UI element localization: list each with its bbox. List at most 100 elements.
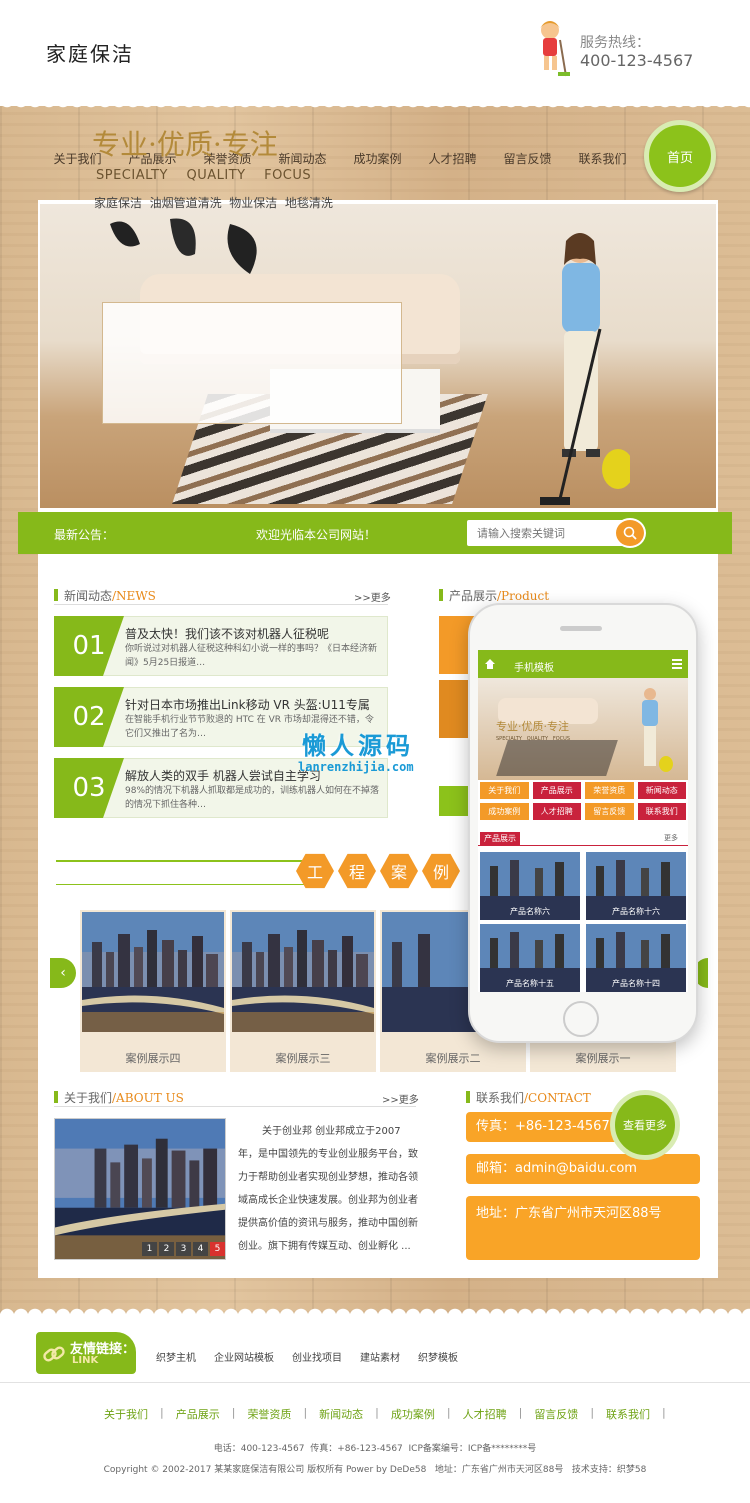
phone-product-more[interactable]: 更多 <box>664 833 678 843</box>
hotline-label: 服务热线： <box>580 35 650 51</box>
about-title-cn: 关于我们 <box>64 1091 113 1105</box>
footer-nav-item[interactable]: 留言反馈 <box>534 1406 578 1422</box>
phone-menu-item[interactable]: 新闻动态 <box>637 782 686 799</box>
search-button[interactable] <box>614 518 646 548</box>
phone-menu-item[interactable]: 荣誉资质 <box>585 782 634 799</box>
pager-page[interactable]: 2 <box>159 1242 174 1256</box>
friend-link[interactable]: 织梦模板 <box>418 1349 458 1364</box>
site-logo[interactable]: 家庭保洁 <box>46 38 134 67</box>
friend-links-sub: LINK <box>72 1355 99 1366</box>
news-item-title[interactable]: 针对日本市场推出Link移动 VR 头盔:U11专属 <box>125 696 385 713</box>
phone-banner-subtitle: SPECIALTY QUALITY FOCUS <box>496 736 570 742</box>
friend-link[interactable]: 建站素材 <box>360 1349 400 1364</box>
nav-item-contact[interactable]: 联系我们 <box>565 150 640 170</box>
case-card[interactable]: 案例展示三 <box>230 910 376 1072</box>
phone-menu-grid: 关于我们 产品展示 荣誉资质 新闻动态 成功案例 人才招聘 留言反馈 联系我们 <box>480 782 686 820</box>
pager-page[interactable]: 1 <box>142 1242 157 1256</box>
about-text: 关于创业邦 创业邦成立于2007年，是中国领先的专业创业服务平台，致力于帮助创业… <box>238 1126 418 1252</box>
nav-item-cases[interactable]: 成功案例 <box>340 150 415 170</box>
phone-menu-item[interactable]: 关于我们 <box>480 782 529 799</box>
cleaner-mascot-icon <box>540 21 570 77</box>
pager-page-active[interactable]: 5 <box>210 1242 225 1256</box>
hero-banner[interactable] <box>40 204 716 508</box>
phone-menu-item[interactable]: 人才招聘 <box>532 803 581 820</box>
phone-menu-item[interactable]: 成功案例 <box>480 803 529 820</box>
about-title-en: /ABOUT US <box>112 1091 184 1105</box>
case-card[interactable]: 案例展示四 <box>80 910 226 1072</box>
phone-menu-item[interactable]: 留言反馈 <box>585 803 634 820</box>
phone-menu-icon[interactable] <box>672 658 682 670</box>
case-label[interactable]: 案例展示一 <box>530 1050 676 1066</box>
case-label[interactable]: 案例展示二 <box>380 1050 526 1066</box>
pager-page[interactable]: 4 <box>193 1242 208 1256</box>
phone-home-icon[interactable] <box>484 658 496 670</box>
friend-link[interactable]: 企业网站模板 <box>214 1349 274 1364</box>
news-section-mark <box>54 589 58 601</box>
friend-link[interactable]: 创业找项目 <box>292 1349 342 1364</box>
footer-contact-info: 电话：400-123-4567 传真：+86-123-4567 ICP备案编号：… <box>213 1444 537 1454</box>
case-heading-line <box>56 860 306 862</box>
notice-text[interactable]: 欢迎光临本公司网站！ <box>256 526 376 543</box>
search-input[interactable] <box>467 520 629 546</box>
footer-nav-item[interactable]: 关于我们 <box>104 1406 148 1422</box>
hotline-number: 400-123-4567 <box>580 51 694 70</box>
phone-banner-title: 专业·优质·专注 <box>496 720 569 733</box>
phone-screen: 手机模板 专业·优质·专注 SPECIALTY QUALITY FOCUS 关于… <box>478 650 688 992</box>
phone-product-card[interactable]: 产品名称六 <box>480 852 580 920</box>
friend-link[interactable]: 织梦主机 <box>156 1349 196 1364</box>
about-divider <box>54 1106 416 1107</box>
phone-menu-item[interactable]: 联系我们 <box>637 803 686 820</box>
about-more-link[interactable]: >>更多 <box>382 1091 419 1106</box>
about-section-title: 关于我们/ABOUT US <box>64 1089 184 1106</box>
contact-email[interactable]: 邮箱：admin@baidu.com <box>466 1154 700 1184</box>
news-item-title[interactable]: 普及太快！我们该不该对机器人征税呢 <box>125 625 385 642</box>
news-item-desc: 你听说过对机器人征税这种科幻小说一样的事吗？《日本经济新闻》5月25日报道… <box>125 644 378 668</box>
news-section-title: 新闻动态/NEWS <box>64 587 156 604</box>
case-label[interactable]: 案例展示三 <box>230 1050 376 1066</box>
news-item-desc: 98%的情况下机器人抓取都是成功的，训练机器人如何在不掉落的情况下抓住各种… <box>125 786 380 810</box>
footer-nav-item[interactable]: 人才招聘 <box>463 1406 507 1422</box>
contact-title-cn: 联系我们 <box>476 1091 525 1105</box>
phone-product-card[interactable]: 产品名称十六 <box>586 852 686 920</box>
contact-section-title: 联系我们/CONTACT <box>476 1089 591 1106</box>
products-section-mark <box>439 589 443 601</box>
banner-title: 专业·优质·专注 <box>92 128 278 161</box>
news-more-link[interactable]: >>更多 <box>354 589 391 604</box>
watermark-title: 懒人源码 <box>302 732 414 760</box>
footer-nav: 关于我们 | 产品展示 | 荣誉资质 | 新闻动态 | 成功案例 | 人才招聘 | 留言反馈… <box>104 1406 666 1422</box>
nav-item-jobs[interactable]: 人才招聘 <box>415 150 490 170</box>
phone-speaker <box>560 626 602 631</box>
chevron-left-icon: ‹ <box>60 965 66 981</box>
footer-nav-item[interactable]: 新闻动态 <box>319 1406 363 1422</box>
phone-menu-item[interactable]: 产品展示 <box>532 782 581 799</box>
footer-nav-item[interactable]: 成功案例 <box>391 1406 435 1422</box>
search-icon <box>623 526 637 540</box>
footer-copyright: Copyright © 2002-2017 某某家庭保洁有限公司 版权所有 Po… <box>103 1465 647 1475</box>
about-section-mark <box>54 1091 58 1103</box>
friend-links-list: 织梦主机 企业网站模板 创业找项目 建站素材 织梦模板 <box>156 1349 458 1364</box>
news-title-en: /NEWS <box>112 589 156 603</box>
phone-product-card[interactable]: 产品名称十五 <box>480 924 580 992</box>
watermark-url: lanrenzhijia.com <box>298 760 414 774</box>
phone-header-title: 手机模板 <box>514 663 554 674</box>
footer-nav-item[interactable]: 产品展示 <box>176 1406 220 1422</box>
contact-address: 地址：广东省广州市天河区88号 <box>466 1196 700 1260</box>
footer-nav-item[interactable]: 荣誉资质 <box>247 1406 291 1422</box>
phone-product-card[interactable]: 产品名称十四 <box>586 924 686 992</box>
pager-page[interactable]: 3 <box>176 1242 191 1256</box>
contact-section-mark <box>466 1091 470 1103</box>
case-label[interactable]: 案例展示四 <box>80 1050 226 1066</box>
phone-product-name: 产品名称十五 <box>506 979 554 988</box>
view-more-button[interactable]: 查看更多 <box>610 1090 680 1160</box>
wave-edge-top <box>0 100 750 114</box>
banner-text-box <box>102 302 402 424</box>
products-title-en: /Product <box>497 589 550 603</box>
link-chain-icon <box>43 1346 65 1362</box>
city-night-image <box>232 912 374 1032</box>
home-button[interactable]: 首页 <box>644 120 716 192</box>
footer-nav-item[interactable]: 联系我们 <box>606 1406 650 1422</box>
nav-item-feedback[interactable]: 留言反馈 <box>490 150 565 170</box>
phone-product-label: 产品展示 <box>480 832 520 845</box>
about-pager: 1 2 3 4 5 <box>142 1242 225 1256</box>
about-image[interactable] <box>54 1118 226 1260</box>
